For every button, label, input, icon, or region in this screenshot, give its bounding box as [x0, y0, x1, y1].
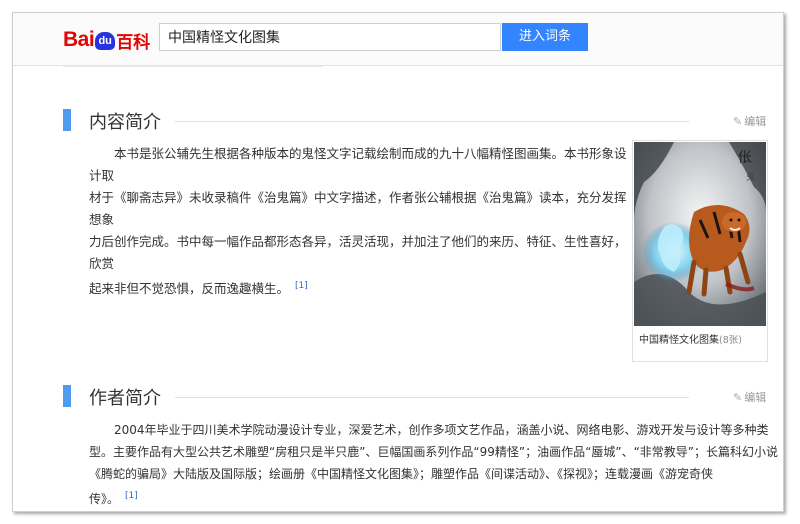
baidu-baike-logo[interactable]: Bai du 百科 — [63, 27, 150, 53]
article-content: 内容简介 ✎ 编辑 本书是张公辅先生根据各种版本的鬼怪文字记载绘制而成的九十八幅精… — [63, 66, 778, 511]
text-line: 传》。 [1] — [89, 491, 138, 506]
section-title: 作者简介 — [89, 388, 161, 409]
citation-link[interactable]: [1] — [295, 281, 308, 291]
section-marker — [63, 109, 71, 131]
section-marker — [63, 385, 71, 407]
logo-paw-du: du — [95, 32, 116, 50]
baike-header: Bai du 百科 中国精怪文化图集 进入词条 — [13, 13, 783, 66]
pencil-icon: ✎ — [733, 391, 743, 404]
text-line: 起来非但不觉恐惧，反而逸趣横生。 [1] — [89, 281, 308, 297]
text-line: 本书是张公辅先生根据各种版本的鬼怪文字记载绘制而成的九十八幅精怪图画集。本书形象… — [89, 146, 627, 183]
figure-caption[interactable]: 中国精怪文化图集(8张) — [633, 331, 767, 346]
section-title: 内容简介 — [89, 112, 161, 133]
text-line: 力后创作完成。书中每一幅作品都形态各异，活灵活现，并加注了他们的来历、特征、生性… — [89, 234, 627, 271]
logo-bai-text: Bai — [63, 28, 95, 51]
section-divider — [175, 397, 689, 398]
text-line: 2004年毕业于四川美术学院动漫设计专业，深爱艺术，创作多项文艺作品，涵盖小说、… — [114, 423, 769, 437]
edit-label: 编辑 — [744, 391, 767, 404]
summary-paragraph: 本书是张公辅先生根据各种版本的鬼怪文字记载绘制而成的九十八幅精怪图画集。本书形象… — [89, 143, 633, 300]
enter-entry-button[interactable]: 进入词条 — [502, 23, 588, 51]
text-line: 材于《聊斋志异》未收录稿件《治鬼篇》中文字描述，作者张公辅根据《治鬼篇》读本，充… — [89, 190, 627, 227]
tiger-spirit-illustration[interactable]: 伥 鬼 — [634, 142, 766, 326]
section-header-author: 作者简介 ✎ 编辑 — [63, 385, 766, 409]
album-figure[interactable]: 伥 鬼 中国精怪文化图集(8张) — [632, 140, 768, 362]
image-count: (8张) — [719, 335, 742, 346]
section-divider — [175, 121, 689, 122]
svg-text:伥: 伥 — [738, 150, 752, 166]
logo-baike-text: 百科 — [116, 32, 151, 53]
text-line: 《腾蛇的骗局》大陆版及国际版；绘画册《中国精怪文化图集》；雕塑作品《间谍活动》、… — [89, 467, 714, 481]
svg-text:鬼: 鬼 — [746, 171, 755, 183]
edit-link[interactable]: ✎ 编辑 — [733, 389, 766, 405]
pencil-icon: ✎ — [733, 115, 743, 128]
section-header-summary: 内容简介 ✎ 编辑 — [63, 109, 766, 133]
browser-frame: Bai du 百科 中国精怪文化图集 进入词条 内容简介 ✎ 编辑 本书是张公辅先生根… — [12, 12, 784, 512]
citation-link[interactable]: [1] — [125, 491, 138, 501]
edit-label: 编辑 — [744, 115, 767, 128]
author-paragraph: 2004年毕业于四川美术学院动漫设计专业，深爱艺术，创作多项文艺作品，涵盖小说、… — [89, 419, 779, 510]
divider — [63, 66, 323, 67]
edit-link[interactable]: ✎ 编辑 — [733, 113, 766, 129]
search-input[interactable]: 中国精怪文化图集 — [159, 23, 501, 51]
text-line: 型。主要作品有大型公共艺术雕塑“房租只是半只鹿”、巨幅国画系列作品“99精怪”；… — [89, 445, 779, 459]
